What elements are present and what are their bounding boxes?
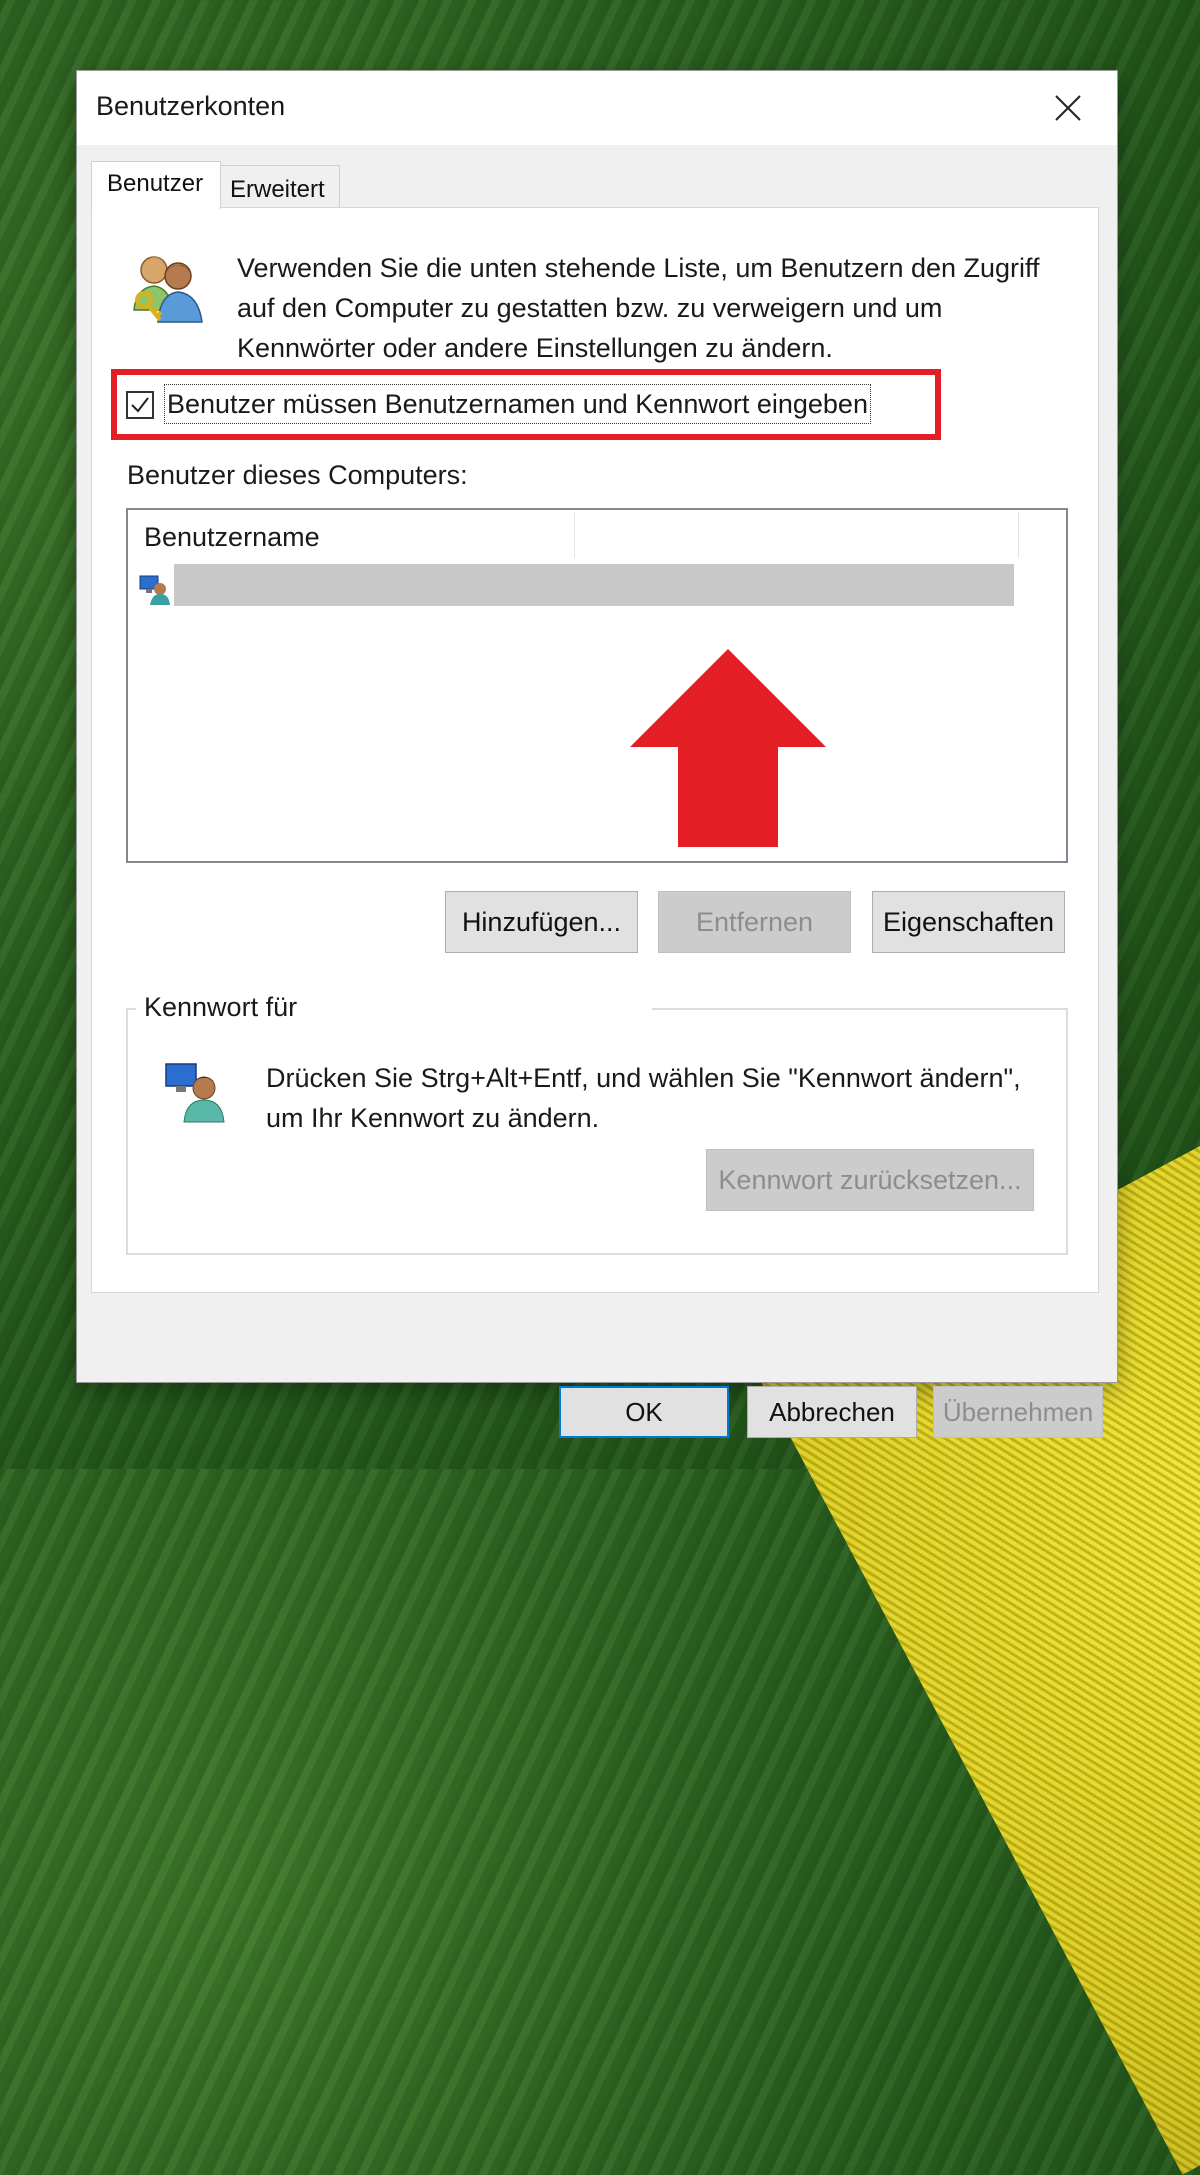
column-divider — [1018, 512, 1019, 558]
close-icon — [1055, 95, 1081, 121]
computer-user-icon — [138, 572, 172, 606]
users-key-icon — [126, 248, 208, 328]
password-group-title: Kennwort für — [136, 992, 652, 1023]
table-row[interactable] — [174, 564, 1014, 606]
close-button[interactable] — [1045, 85, 1091, 131]
tab-benutzer-label: Benutzer — [107, 170, 204, 197]
annotation-highlight-box — [111, 369, 941, 440]
computer-user-icon — [162, 1058, 228, 1124]
tab-erweitert[interactable]: Erweitert — [220, 165, 340, 207]
user-accounts-dialog: Benutzerkonten Benutzer Erweitert Verwen… — [77, 71, 1117, 1438]
add-user-button[interactable]: Hinzufügen... — [445, 891, 638, 953]
dialog-body: Benutzer Erweitert Verwenden Sie die unt… — [77, 145, 1117, 1438]
annotation-arrow-up-icon — [630, 649, 826, 847]
tab-panel-benutzer: Verwenden Sie die unten stehende Liste, … — [91, 207, 1099, 1293]
column-header-benutzername[interactable]: Benutzername — [144, 522, 320, 553]
column-divider — [574, 512, 575, 558]
remove-user-button[interactable]: Entfernen — [658, 891, 851, 953]
reset-password-button[interactable]: Kennwort zurücksetzen... — [706, 1149, 1034, 1211]
apply-button[interactable]: Übernehmen — [933, 1386, 1103, 1438]
users-list[interactable]: Benutzername — [126, 508, 1068, 863]
users-section-label: Benutzer dieses Computers: — [127, 460, 468, 490]
tab-erweitert-label: Erweitert — [230, 176, 325, 203]
intro-text: Verwenden Sie die unten stehende Liste, … — [237, 253, 1040, 363]
window-title: Benutzerkonten — [96, 91, 286, 121]
password-instructions: Drücken Sie Strg+Alt+Entf, und wählen Si… — [266, 1063, 1021, 1133]
properties-button[interactable]: Eigenschaften — [872, 891, 1065, 953]
tab-benutzer[interactable]: Benutzer — [91, 161, 221, 209]
ok-button[interactable]: OK — [559, 1386, 729, 1438]
title-bar: Benutzerkonten — [77, 71, 1117, 145]
cancel-button[interactable]: Abbrechen — [747, 1386, 917, 1438]
